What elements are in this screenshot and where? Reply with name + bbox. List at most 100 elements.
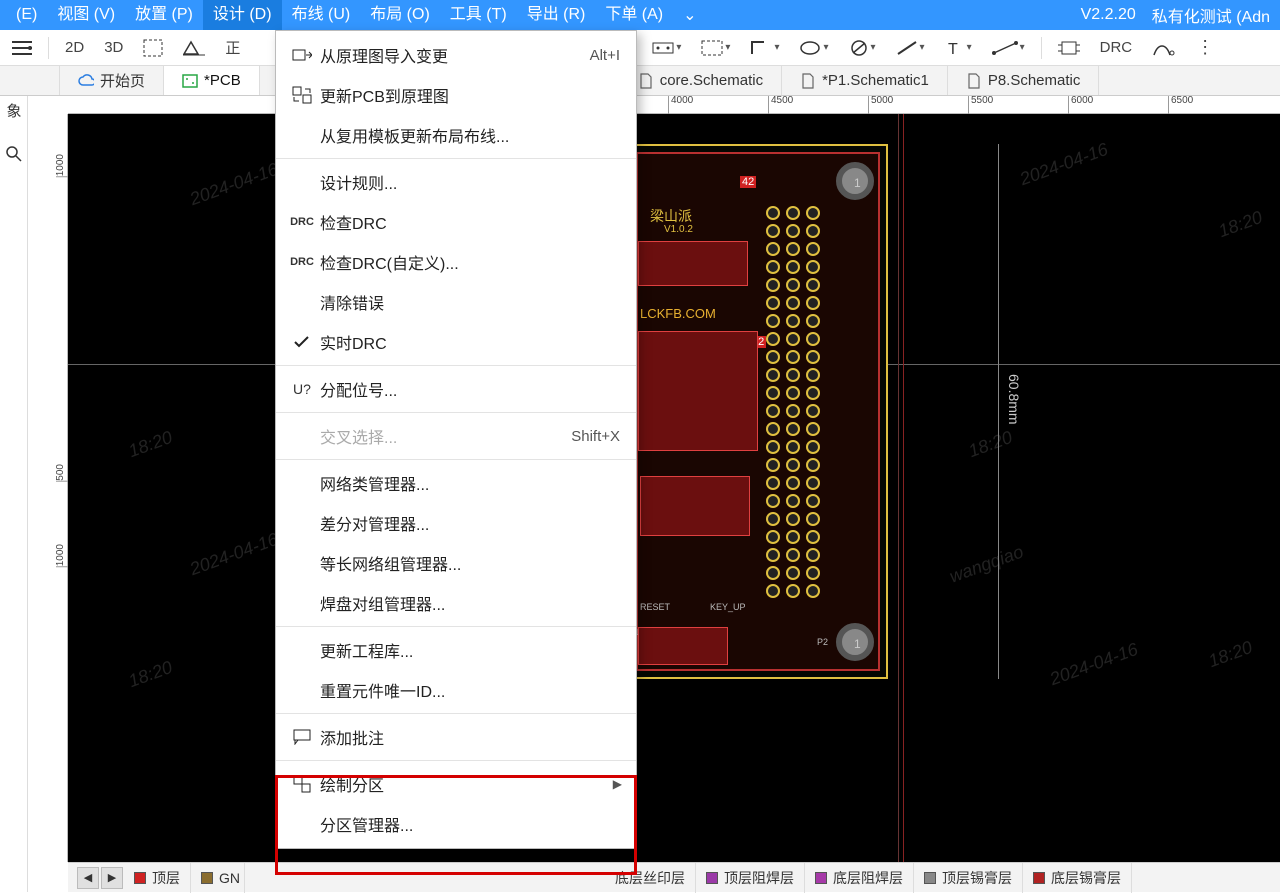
layer-nav-next[interactable]: ▶ (101, 867, 123, 889)
tab-label: *P1.Schematic1 (822, 72, 929, 89)
menu-padpair-manager[interactable]: 焊盘对组管理器... (276, 583, 636, 623)
shortcut-label: Alt+I (590, 47, 620, 64)
no-entry-tool[interactable]: ▾ (845, 34, 880, 62)
watermark: 2024-04-16 (1017, 139, 1111, 190)
menubar: (E) 视图 (V) 放置 (P) 设计 (D) 布线 (U) 布局 (O) 工… (0, 0, 1280, 30)
watermark: 2024-04-16 (187, 159, 281, 210)
menu-place[interactable]: 放置 (P) (125, 0, 203, 30)
menu-edit[interactable]: (E) (6, 0, 47, 30)
watermark: wangqiao (947, 541, 1027, 587)
measure-tool[interactable]: ▾ (988, 34, 1029, 62)
menu-export[interactable]: 导出 (R) (517, 0, 596, 30)
user-label[interactable]: 私有化测试 (Adn (1148, 3, 1274, 27)
menu-layout[interactable]: 布局 (O) (360, 0, 440, 30)
dimension-line (998, 144, 999, 679)
chip-package-icon[interactable] (1054, 34, 1084, 62)
align-button[interactable]: 正 (221, 34, 244, 62)
svg-text:T: T (948, 41, 958, 57)
ellipse-tool[interactable]: ▾ (795, 34, 832, 62)
grid-line-v (898, 114, 899, 862)
check-icon (288, 335, 316, 349)
route-trace-icon[interactable] (1148, 34, 1180, 62)
menu-realtime-drc[interactable]: 实时DRC (276, 322, 636, 362)
menu-route[interactable]: 布线 (U) (282, 0, 361, 30)
search-icon[interactable] (0, 140, 28, 168)
menu-region-manager[interactable]: 分区管理器... (276, 804, 636, 844)
menu-reset-unique-id[interactable]: 重置元件唯一ID... (276, 670, 636, 710)
menu-assign-designators[interactable]: U? 分配位号... (276, 369, 636, 409)
watermark: 2024-04-16 (1047, 639, 1141, 690)
menu-draw-region[interactable]: 绘制分区 ▶ (276, 764, 636, 804)
document-icon (966, 73, 982, 89)
menu-design-rules[interactable]: 设计规则... (276, 162, 636, 202)
menu-cross-select: 交叉选择... Shift+X (276, 416, 636, 456)
tab-sidebar-label[interactable] (0, 66, 60, 95)
menu-matchedlen-manager[interactable]: 等长网络组管理器... (276, 543, 636, 583)
tab-pcb[interactable]: *PCB (164, 66, 260, 95)
region-tool[interactable]: ▾ (697, 34, 734, 62)
menu-design[interactable]: 设计 (D) (203, 0, 282, 30)
watermark: 18:20 (126, 427, 176, 462)
menu-add-annotation[interactable]: 添加批注 (276, 717, 636, 757)
menu-update-project-lib[interactable]: 更新工程库... (276, 630, 636, 670)
pcb-board[interactable]: 1 1 42 42 梁山派 V1.0.2 LCKFB.COM RESET KEY… (628, 144, 888, 679)
view-2d-button[interactable]: 2D (61, 34, 88, 62)
layer-bottom-silk[interactable]: 底层丝印层 (605, 863, 696, 893)
menu-netclass-manager[interactable]: 网络类管理器... (276, 463, 636, 503)
layer-bar: ◀ ▶ 顶层 GN 底层丝印层 顶层阻焊层 底层阻焊层 顶层锡膏层 底层锡膏层 (68, 862, 1280, 892)
import-icon (288, 47, 316, 63)
ruler-vertical: 1000 500 1000 (56, 114, 68, 862)
mounting-hole: 1 (836, 162, 874, 200)
menu-order[interactable]: 下单 (A) (595, 0, 673, 30)
tab-core-schematic[interactable]: core.Schematic (620, 66, 782, 95)
shape-icon[interactable] (179, 34, 209, 62)
uq-icon: U? (288, 381, 316, 397)
layer-bottom-paste[interactable]: 底层锡膏层 (1023, 863, 1132, 893)
tab-startpage[interactable]: 开始页 (60, 66, 164, 95)
menu-tools[interactable]: 工具 (T) (440, 0, 517, 30)
cloud-icon (78, 73, 94, 89)
menu-view[interactable]: 视图 (V) (47, 0, 125, 30)
silk-label-42: 42 (740, 176, 756, 188)
menu-update-pcb-to-schematic[interactable]: 更新PCB到原理图 (276, 75, 636, 115)
document-icon (638, 73, 654, 89)
pad-column (766, 206, 782, 602)
layer-top-paste[interactable]: 顶层锡膏层 (914, 863, 1023, 893)
view-3d-button[interactable]: 3D (100, 34, 127, 62)
ruler-horizontal: 4000 4500 5000 5500 6000 6500 (68, 96, 1280, 114)
menu-update-from-template[interactable]: 从复用模板更新布局布线... (276, 115, 636, 155)
layer-bottom-solder[interactable]: 底层阻焊层 (805, 863, 914, 893)
layer-top[interactable]: 顶层 (124, 863, 191, 893)
text-tool[interactable]: T▾ (941, 34, 976, 62)
menu-clear-errors[interactable]: 清除错误 (276, 282, 636, 322)
polyline-tool[interactable]: ▾ (746, 34, 783, 62)
menu-diffpair-manager[interactable]: 差分对管理器... (276, 503, 636, 543)
version-label: V2.2.20 (1069, 6, 1148, 24)
layer-top-solder[interactable]: 顶层阻焊层 (696, 863, 805, 893)
comment-icon (288, 729, 316, 745)
pad-tool[interactable]: ▾ (648, 34, 685, 62)
board-reset-label: RESET (640, 602, 670, 612)
tab-p8-schematic[interactable]: P8.Schematic (948, 66, 1100, 95)
document-icon (800, 73, 816, 89)
menu-check-drc-custom[interactable]: DRC 检查DRC(自定义)... (276, 242, 636, 282)
board-url: LCKFB.COM (640, 306, 716, 321)
select-region-icon[interactable] (139, 34, 167, 62)
layer-nav-prev[interactable]: ◀ (77, 867, 99, 889)
design-dropdown-menu: 从原理图导入变更 Alt+I 更新PCB到原理图 从复用模板更新布局布线... … (275, 30, 637, 849)
layer-gn[interactable]: GN (191, 863, 245, 893)
mounting-hole: 1 (836, 623, 874, 661)
drc-text-icon: DRC (288, 216, 316, 228)
drc-button[interactable]: DRC (1096, 34, 1137, 62)
more-icon[interactable]: ⋮ (1192, 34, 1218, 62)
pcb-canvas[interactable]: 2024-04-1618:20wangqiao2024-04-1618:20wa… (68, 114, 1280, 862)
dimension-label: 60.8mm (1006, 374, 1022, 425)
menu-check-drc[interactable]: DRC 检查DRC (276, 202, 636, 242)
menu-import-from-schematic[interactable]: 从原理图导入变更 Alt+I (276, 35, 636, 75)
drc-text-icon: DRC (288, 256, 316, 268)
line-tool[interactable]: ▾ (892, 34, 929, 62)
hamburger-icon[interactable] (8, 34, 36, 62)
tab-p1-schematic[interactable]: *P1.Schematic1 (782, 66, 948, 95)
tab-label: core.Schematic (660, 72, 763, 89)
menu-overflow[interactable]: ⌄ (673, 5, 706, 25)
